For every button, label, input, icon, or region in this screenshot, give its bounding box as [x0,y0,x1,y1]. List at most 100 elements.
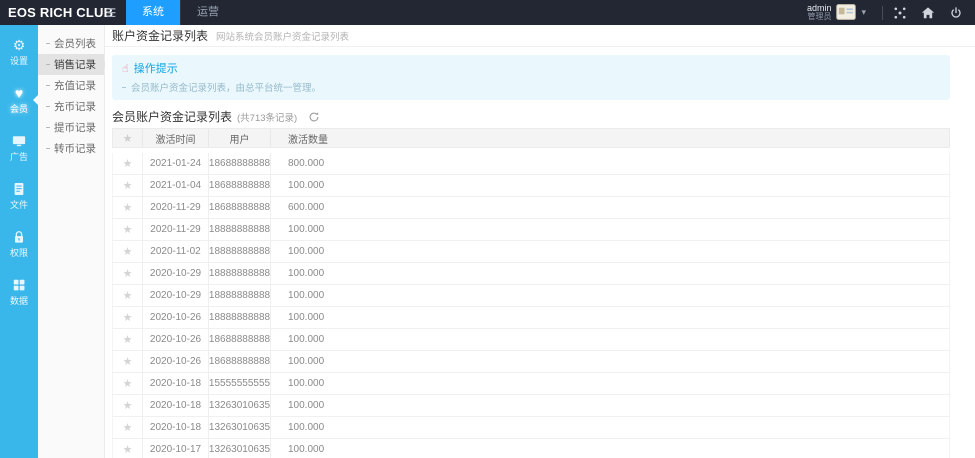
heart-icon: ♥ [14,85,24,101]
tab-operations[interactable]: 运营 [180,0,235,25]
menu-item-label: 提币记录 [54,122,96,134]
table-row: ★ 2020-10-29 18888888888 100.000 [112,285,950,307]
star-icon[interactable]: ★ [113,351,143,372]
cell-amount: 100.000 [288,268,325,279]
star-icon[interactable]: ★ [113,197,143,218]
bullet [46,64,50,65]
cell-user: 13263010635 [209,417,271,438]
lock-icon [14,231,24,243]
cell-amount: 100.000 [288,378,325,389]
sidebar-item-label: 设置 [9,56,28,66]
tab-system[interactable]: 系统 [126,0,180,25]
bullet [46,85,50,86]
star-icon[interactable]: ★ [113,417,143,438]
clear-cache-icon[interactable] [893,6,907,20]
cell-user: 15555555555 [209,373,271,394]
menu-item-deposit-records[interactable]: 充币记录 [38,96,104,117]
hamburger-icon[interactable]: ☰ [100,6,122,20]
cell-amount: 100.000 [288,334,325,345]
sidebar-item-files[interactable]: 文件 [0,175,38,217]
star-icon[interactable]: ★ [113,439,143,458]
header-time: 激活时间 [143,129,209,147]
cell-time: 2020-10-26 [143,307,209,328]
cell-user: 18688888888 [209,329,271,350]
cell-time: 2021-01-24 [143,153,209,174]
sidebar-item-permissions[interactable]: 权限 [0,223,38,265]
file-icon [14,183,24,195]
sidebar-item-member[interactable]: ♥ 会员 [0,79,38,121]
menu-item-sales-records[interactable]: 销售记录 [38,54,109,75]
table-row: ★ 2020-11-02 18888888888 100.000 [112,241,950,263]
menu-item-transfer-records[interactable]: 转币记录 [38,138,104,159]
star-icon[interactable]: ★ [113,153,143,174]
star-icon[interactable]: ★ [113,241,143,262]
sidebar-item-settings[interactable]: ⚙ 设置 [0,31,38,73]
sidebar-item-label: 文件 [9,200,28,210]
home-icon[interactable] [921,6,935,20]
cell-amount: 100.000 [288,224,325,235]
menu-item-member-list[interactable]: 会员列表 [38,33,104,54]
alert-body-row: 会员账户资金记录列表，由总平台统一管理。 [122,80,940,94]
cell-user: 18888888888 [209,241,271,262]
user-role: 管理员 [807,12,832,22]
star-icon[interactable]: ★ [113,175,143,196]
sidebar-item-label: 会员 [9,104,28,114]
user-menu[interactable]: admin 管理员 ▾ [807,3,866,22]
star-icon[interactable]: ★ [113,373,143,394]
cell-user: 18888888888 [209,219,271,240]
cell-time: 2020-11-02 [143,241,209,262]
database-icon [13,279,25,291]
record-count: (共713条记录) [237,112,298,124]
sidebar-item-label: 广告 [9,152,28,162]
bullet [122,86,126,88]
star-icon[interactable]: ★ [113,395,143,416]
table-row: ★ 2020-10-18 13263010635 100.000 [112,395,950,417]
sidebar-item-label: 数据 [9,296,28,306]
table-row: ★ 2021-01-24 18688888888 800.000 [112,153,950,175]
table-row: ★ 2020-10-29 18888888888 100.000 [112,263,950,285]
table-header: ★ 激活时间 用户 激活数量 [112,128,950,148]
cell-user: 18688888888 [209,351,271,372]
sidebar-item-label: 权限 [9,248,28,258]
bullet [46,148,50,149]
cell-amount: 600.000 [288,202,325,213]
cell-amount: 100.000 [288,312,325,323]
cell-user: 18688888888 [209,175,271,196]
breadcrumb: 账户资金记录列表 网站系统会员账户资金记录列表 [105,25,975,47]
star-icon[interactable]: ★ [113,263,143,284]
table-row: ★ 2020-10-26 18688888888 100.000 [112,329,950,351]
star-icon[interactable]: ★ [113,219,143,240]
cell-time: 2020-11-29 [143,197,209,218]
power-icon[interactable] [949,6,963,20]
section-head: 会员账户资金记录列表 (共713条记录) [112,109,950,124]
refresh-icon[interactable] [308,111,320,123]
menu-item-withdraw-records[interactable]: 提币记录 [38,117,104,138]
star-icon[interactable]: ★ [113,329,143,350]
cell-user: 18888888888 [209,285,271,306]
sidebar-item-data[interactable]: 数据 [0,271,38,313]
cell-amount: 100.000 [288,422,325,433]
cell-user: 13263010635 [209,395,271,416]
topbar-divider [882,5,883,20]
cell-time: 2020-10-18 [143,417,209,438]
star-icon[interactable]: ★ [113,307,143,328]
chevron-down-icon: ▾ [861,6,866,17]
avatar [836,4,857,21]
menu-item-recharge-records[interactable]: 充值记录 [38,75,104,96]
cell-user: 13263010635 [209,439,271,458]
cell-amount: 100.000 [288,290,325,301]
star-icon[interactable]: ★ [113,285,143,306]
cell-time: 2020-10-18 [143,373,209,394]
cell-time: 2020-11-29 [143,219,209,240]
menu-item-label: 充币记录 [54,101,96,113]
star-icon: ★ [113,129,143,147]
sidebar-item-ads[interactable]: 广告 [0,127,38,169]
table-row: ★ 2020-10-18 15555555555 100.000 [112,373,950,395]
monitor-icon [12,136,26,147]
alert-title: 操作提示 [133,63,178,75]
cell-user: 18888888888 [209,307,271,328]
cell-time: 2021-01-04 [143,175,209,196]
section-title: 会员账户资金记录列表 [112,110,233,124]
page-title: 账户资金记录列表 [112,29,209,43]
cell-amount: 100.000 [288,180,325,191]
